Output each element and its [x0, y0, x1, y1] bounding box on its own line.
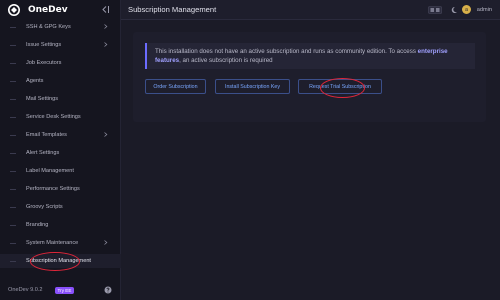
sidebar-item-mail-settings[interactable]: Mail Settings [0, 92, 121, 106]
username[interactable]: admin [477, 7, 492, 13]
help-icon[interactable] [104, 286, 112, 294]
sidebar-item-ssh-gpg-keys[interactable]: SSH & GPG Keys [0, 20, 121, 34]
sidebar-item-email-templates[interactable]: Email Templates [0, 128, 121, 142]
sidebar-item-bullet [10, 26, 16, 28]
sidebar-footer: OneDev 9.0.2 Try EE [0, 280, 121, 300]
sidebar-item-label: Branding [26, 222, 49, 228]
sidebar-collapse-icon[interactable] [101, 5, 110, 14]
order-subscription-button[interactable]: Order Subscription [145, 79, 206, 94]
sidebar-item-bullet [10, 116, 16, 118]
sidebar-item-subscription-management[interactable]: Subscription Management [0, 254, 121, 268]
subscription-card: This installation does not have an activ… [133, 32, 486, 122]
avatar[interactable]: a [462, 5, 471, 14]
sidebar-item-label: Issue Settings [26, 42, 62, 48]
sidebar-item-label: Agents [26, 78, 44, 84]
sidebar-item-bullet [10, 80, 16, 82]
keyboard-shortcut-icon[interactable] [428, 6, 442, 14]
sidebar-item-bullet [10, 98, 16, 100]
request-trial-subscription-button[interactable]: Request Trial Subscription [298, 79, 382, 94]
sidebar-item-label: Job Executors [26, 60, 62, 66]
sidebar-item-job-executors[interactable]: Job Executors [0, 56, 121, 70]
chevron-right-icon [104, 132, 108, 137]
sidebar-item-label: Alert Settings [26, 150, 60, 156]
alert-text-before: This installation does not have an activ… [155, 48, 418, 55]
top-bar: Subscription Management a admin [121, 0, 500, 20]
chevron-right-icon [104, 24, 108, 29]
sidebar-item-label: Service Desk Settings [26, 114, 81, 120]
sidebar-item-label: System Maintenance [26, 240, 79, 246]
alert-text-after: , an active subscription is required [179, 57, 273, 64]
main-content: This installation does not have an activ… [121, 21, 500, 300]
app-name: OneDev [28, 5, 68, 15]
sidebar-item-bullet [10, 62, 16, 64]
sidebar-item-label: Label Management [26, 168, 74, 174]
sidebar-item-groovy-scripts[interactable]: Groovy Scripts [0, 200, 121, 214]
sidebar-item-alert-settings[interactable]: Alert Settings [0, 146, 121, 160]
page-title: Subscription Management [128, 5, 217, 14]
theme-toggle-icon[interactable] [450, 6, 458, 14]
chevron-right-icon [104, 42, 108, 47]
try-ee-badge[interactable]: Try EE [54, 286, 75, 294]
brand[interactable]: OneDev [0, 0, 120, 20]
sidebar-item-bullet [10, 260, 16, 262]
sidebar-item-label: SSH & GPG Keys [26, 24, 71, 30]
sidebar-item-label: Performance Settings [26, 186, 80, 192]
sidebar-item-bullet [10, 170, 16, 172]
sidebar-item-branding[interactable]: Branding [0, 218, 121, 232]
sidebar-item-performance-settings[interactable]: Performance Settings [0, 182, 121, 196]
onedev-logo-icon [8, 4, 20, 16]
sidebar-item-bullet [10, 152, 16, 154]
version-label: OneDev 9.0.2 [8, 287, 43, 293]
sidebar-item-agents[interactable]: Agents [0, 74, 121, 88]
sidebar-item-bullet [10, 224, 16, 226]
sidebar-item-bullet [10, 188, 16, 190]
subscription-alert: This installation does not have an activ… [145, 43, 475, 69]
sidebar: OneDev SSH & GPG Keys Issue Settings Job E… [0, 0, 121, 300]
install-subscription-key-button[interactable]: Install Subscription Key [215, 79, 290, 94]
sidebar-item-bullet [10, 242, 16, 244]
sidebar-item-system-maintenance[interactable]: System Maintenance [0, 236, 121, 250]
sidebar-item-label: Mail Settings [26, 96, 59, 102]
sidebar-item-label-management[interactable]: Label Management [0, 164, 121, 178]
sidebar-item-bullet [10, 44, 16, 46]
sidebar-item-bullet [10, 134, 16, 136]
chevron-right-icon [104, 240, 108, 245]
sidebar-item-issue-settings[interactable]: Issue Settings [0, 38, 121, 52]
sidebar-item-bullet [10, 206, 16, 208]
sidebar-item-label: Subscription Management [26, 258, 91, 264]
sidebar-item-label: Groovy Scripts [26, 204, 63, 210]
sidebar-item-service-desk-settings[interactable]: Service Desk Settings [0, 110, 121, 124]
sidebar-item-label: Email Templates [26, 132, 67, 138]
